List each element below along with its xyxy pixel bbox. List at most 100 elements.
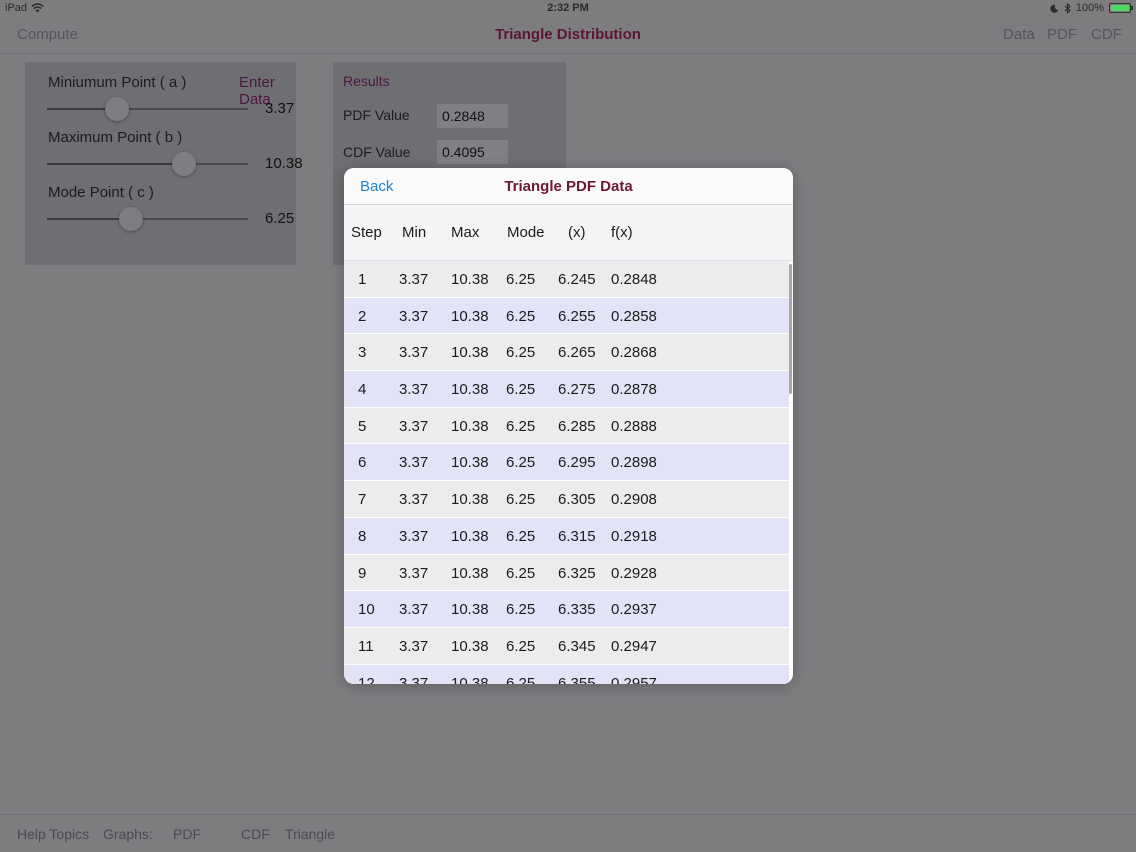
min-point-label: Miniumum Point ( a ) — [48, 74, 187, 91]
table-cell: 6.25 — [506, 564, 536, 582]
battery-icon — [1109, 3, 1133, 13]
column-header-step: Step — [351, 224, 382, 241]
table-row[interactable]: 4 3.37 10.38 6.25 6.275 0.2878 — [344, 371, 789, 408]
table-row[interactable]: 9 3.37 10.38 6.25 6.325 0.2928 — [344, 554, 789, 592]
table-cell: 3.37 — [399, 271, 429, 288]
table-cell: 10.38 — [451, 527, 489, 545]
mode-point-label: Mode Point ( c ) — [48, 184, 154, 201]
page-title: Triangle Distribution — [495, 26, 641, 43]
mode-point-slider-thumb[interactable] — [119, 207, 144, 231]
table-header: Step Min Max Mode (x) f(x) — [344, 205, 793, 261]
table-cell: 3.37 — [399, 491, 429, 509]
table-cell: 10.38 — [451, 381, 489, 399]
status-time: 2:32 PM — [547, 2, 589, 14]
table-cell: 6.295 — [558, 454, 596, 472]
popover-header: Back Triangle PDF Data — [344, 168, 793, 205]
table-cell: 6.25 — [506, 344, 536, 362]
min-point-value: 3.37 — [265, 100, 295, 117]
table-cell: 3.37 — [399, 564, 429, 582]
cdf-button[interactable]: CDF — [1091, 26, 1122, 43]
table-cell: 6.335 — [558, 601, 596, 619]
popover-title: Triangle PDF Data — [504, 178, 633, 195]
triangle-graph-button[interactable]: Triangle — [285, 826, 335, 842]
table-row[interactable]: 6 3.37 10.38 6.25 6.295 0.2898 — [344, 444, 789, 482]
table-cell: 4 — [358, 381, 367, 399]
table-cell: 3.37 — [399, 344, 429, 362]
table-cell: 3.37 — [399, 454, 429, 472]
pdf-graph-button[interactable]: PDF — [173, 826, 201, 842]
table-cell: 5 — [358, 417, 367, 435]
table-cell: 10 — [358, 601, 375, 619]
table-cell: 3.37 — [399, 527, 429, 545]
nav-bar: Compute Triangle Distribution Data PDF C… — [0, 18, 1136, 54]
table-cell: 1 — [358, 271, 367, 288]
table-row[interactable]: 12 3.37 10.38 6.25 6.355 0.2957 — [344, 664, 789, 684]
help-topics-button[interactable]: Help Topics — [17, 826, 89, 842]
table-cell: 6.25 — [506, 417, 536, 435]
table-cell: 9 — [358, 564, 367, 582]
bluetooth-icon — [1064, 2, 1071, 14]
max-point-slider[interactable] — [47, 163, 248, 165]
battery-fill — [1111, 5, 1129, 11]
scroll-indicator[interactable] — [789, 264, 792, 394]
input-panel: Miniumum Point ( a ) Enter Data 3.37 Max… — [25, 62, 303, 265]
status-right: 100% — [1050, 2, 1133, 14]
table-cell: 6.345 — [558, 637, 596, 655]
table-cell: 3.37 — [399, 417, 429, 435]
table-cell: 6.255 — [558, 307, 596, 325]
table-cell: 6.25 — [506, 601, 536, 619]
table-cell: 6.25 — [506, 381, 536, 399]
table-cell: 8 — [358, 527, 367, 545]
cdf-value-label: CDF Value — [343, 144, 411, 160]
table-cell: 3.37 — [399, 637, 429, 655]
results-title: Results — [343, 73, 390, 89]
column-header-mode: Mode — [507, 224, 545, 241]
mode-point-slider[interactable] — [47, 218, 248, 220]
table-cell: 10.38 — [451, 307, 489, 325]
table-cell: 11 — [358, 637, 374, 655]
table-row[interactable]: 3 3.37 10.38 6.25 6.265 0.2868 — [344, 334, 789, 372]
table-cell: 0.2908 — [611, 491, 657, 509]
table-body[interactable]: 1 3.37 10.38 6.25 6.245 0.2848 2 3.37 10.38 6.25 6… — [344, 261, 789, 684]
table-cell: 10.38 — [451, 271, 489, 288]
table-cell: 6.25 — [506, 307, 536, 325]
min-point-slider[interactable] — [47, 108, 248, 110]
cdf-value-field: 0.4095 — [437, 140, 508, 164]
table-row[interactable]: 5 3.37 10.38 6.25 6.285 0.2888 — [344, 407, 789, 445]
table-cell: 10.38 — [451, 344, 489, 362]
table-row[interactable]: 10 3.37 10.38 6.25 6.335 0.2937 — [344, 591, 789, 628]
table-cell: 10.38 — [451, 564, 489, 582]
table-cell: 6.25 — [506, 454, 536, 472]
bottom-toolbar: Help Topics Graphs: PDF CDF Triangle — [0, 814, 1136, 852]
table-cell: 6 — [358, 454, 367, 472]
pdf-value-field: 0.2848 — [437, 104, 508, 128]
battery-percent: 100% — [1075, 2, 1104, 14]
table-cell: 6.325 — [558, 564, 596, 582]
table-cell: 6.315 — [558, 527, 596, 545]
table-row[interactable]: 8 3.37 10.38 6.25 6.315 0.2918 — [344, 517, 789, 555]
table-cell: 0.2878 — [611, 381, 657, 399]
table-row[interactable]: 1 3.37 10.38 6.25 6.245 0.2848 — [344, 261, 789, 298]
column-header-fx: f(x) — [611, 224, 633, 241]
cdf-graph-button[interactable]: CDF — [241, 826, 270, 842]
table-cell: 10.38 — [451, 601, 489, 619]
table-row[interactable]: 7 3.37 10.38 6.25 6.305 0.2908 — [344, 481, 789, 518]
table-cell: 6.265 — [558, 344, 596, 362]
table-row[interactable]: 2 3.37 10.38 6.25 6.255 0.2858 — [344, 297, 789, 335]
table-cell: 6.25 — [506, 674, 536, 684]
pdf-button[interactable]: PDF — [1047, 26, 1077, 43]
table-cell: 0.2918 — [611, 527, 657, 545]
min-point-slider-thumb[interactable] — [105, 97, 130, 121]
data-button[interactable]: Data — [1003, 26, 1035, 43]
table-cell: 2 — [358, 307, 367, 325]
max-point-slider-thumb[interactable] — [171, 152, 196, 176]
table-cell: 0.2928 — [611, 564, 657, 582]
table-cell: 6.355 — [558, 674, 596, 684]
table-cell: 10.38 — [451, 491, 489, 509]
table-cell: 10.38 — [451, 454, 489, 472]
table-cell: 3 — [358, 344, 367, 362]
table-cell: 3.37 — [399, 381, 429, 399]
table-row[interactable]: 11 3.37 10.38 6.25 6.345 0.2947 — [344, 627, 789, 665]
table-cell: 6.25 — [506, 271, 536, 288]
table-cell: 3.37 — [399, 601, 429, 619]
